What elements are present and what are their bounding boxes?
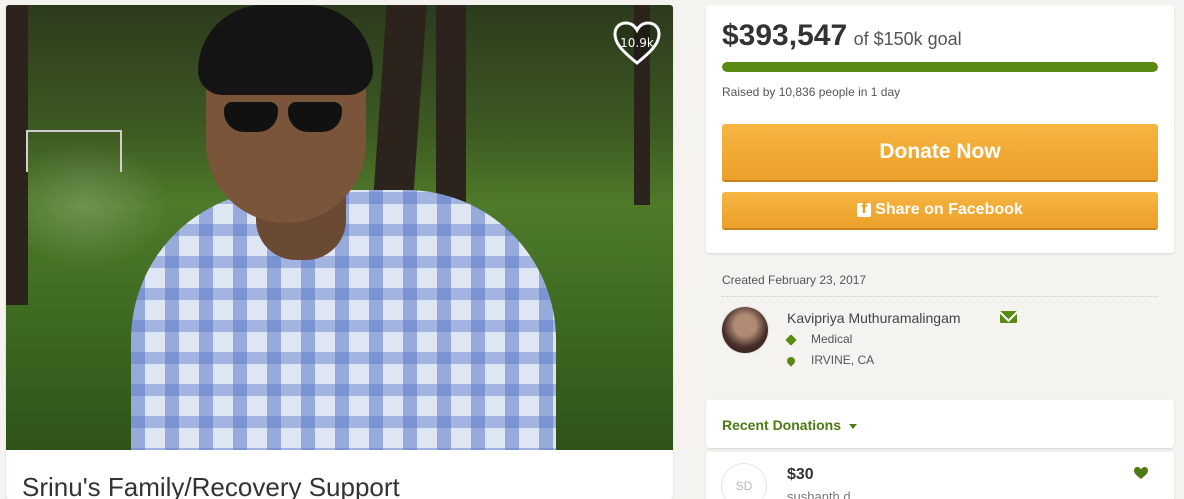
- donor-name: sushanth d: [787, 489, 851, 499]
- funding-card: $393,547 of $150k goal Raised by 10,836 …: [706, 5, 1174, 253]
- created-date: Created February 23, 2017: [722, 273, 867, 287]
- progress-fill: [722, 62, 1158, 72]
- progress-bar: [722, 62, 1158, 72]
- heart-count: 10.9k: [620, 36, 654, 50]
- recent-donations-header[interactable]: Recent Donations: [706, 400, 1174, 448]
- mail-icon[interactable]: [1000, 311, 1017, 323]
- share-button-label: Share on Facebook: [875, 201, 1023, 218]
- campaign-title: Srinu's Family/Recovery Support: [22, 472, 400, 499]
- campaign-card: 10.9k Srinu's Family/Recovery Support: [6, 5, 673, 499]
- location-row: IRVINE, CA: [785, 353, 875, 367]
- goal-text: of $150k goal: [853, 29, 962, 49]
- tree-trunk: [6, 5, 28, 305]
- tag-icon: [785, 334, 797, 346]
- donation-amount: $30: [787, 466, 814, 483]
- sunglasses: [224, 102, 344, 134]
- donate-button-label: Donate Now: [879, 140, 1001, 163]
- raised-summary: Raised by 10,836 people in 1 day: [722, 85, 901, 99]
- category-row: Medical: [785, 332, 852, 346]
- recent-donations-title: Recent Donations: [722, 417, 842, 433]
- location-label: IRVINE, CA: [811, 353, 875, 367]
- raised-amount: $393,547: [722, 19, 848, 52]
- organizer-name[interactable]: Kavipriya Muthuramalingam: [787, 310, 961, 326]
- campaign-photo: 10.9k: [6, 5, 673, 450]
- facebook-icon: [857, 201, 872, 217]
- amount-line: $393,547 of $150k goal: [722, 19, 962, 53]
- share-facebook-button[interactable]: Share on Facebook: [722, 192, 1158, 230]
- category-label[interactable]: Medical: [811, 332, 852, 346]
- donation-item: SD $30 sushanth d: [706, 452, 1174, 499]
- donor-avatar: SD: [722, 464, 766, 499]
- fence: [26, 130, 122, 172]
- heart-icon[interactable]: 10.9k: [611, 20, 663, 68]
- heart-icon[interactable]: [1133, 466, 1149, 480]
- caret-down-icon: [849, 423, 858, 429]
- person-hair: [198, 5, 373, 95]
- divider: [722, 296, 1158, 297]
- organizer-avatar[interactable]: [722, 307, 768, 353]
- donate-button[interactable]: Donate Now: [722, 124, 1158, 182]
- map-marker-icon: [785, 355, 797, 367]
- recent-donations-toggle[interactable]: Recent Donations: [722, 417, 858, 433]
